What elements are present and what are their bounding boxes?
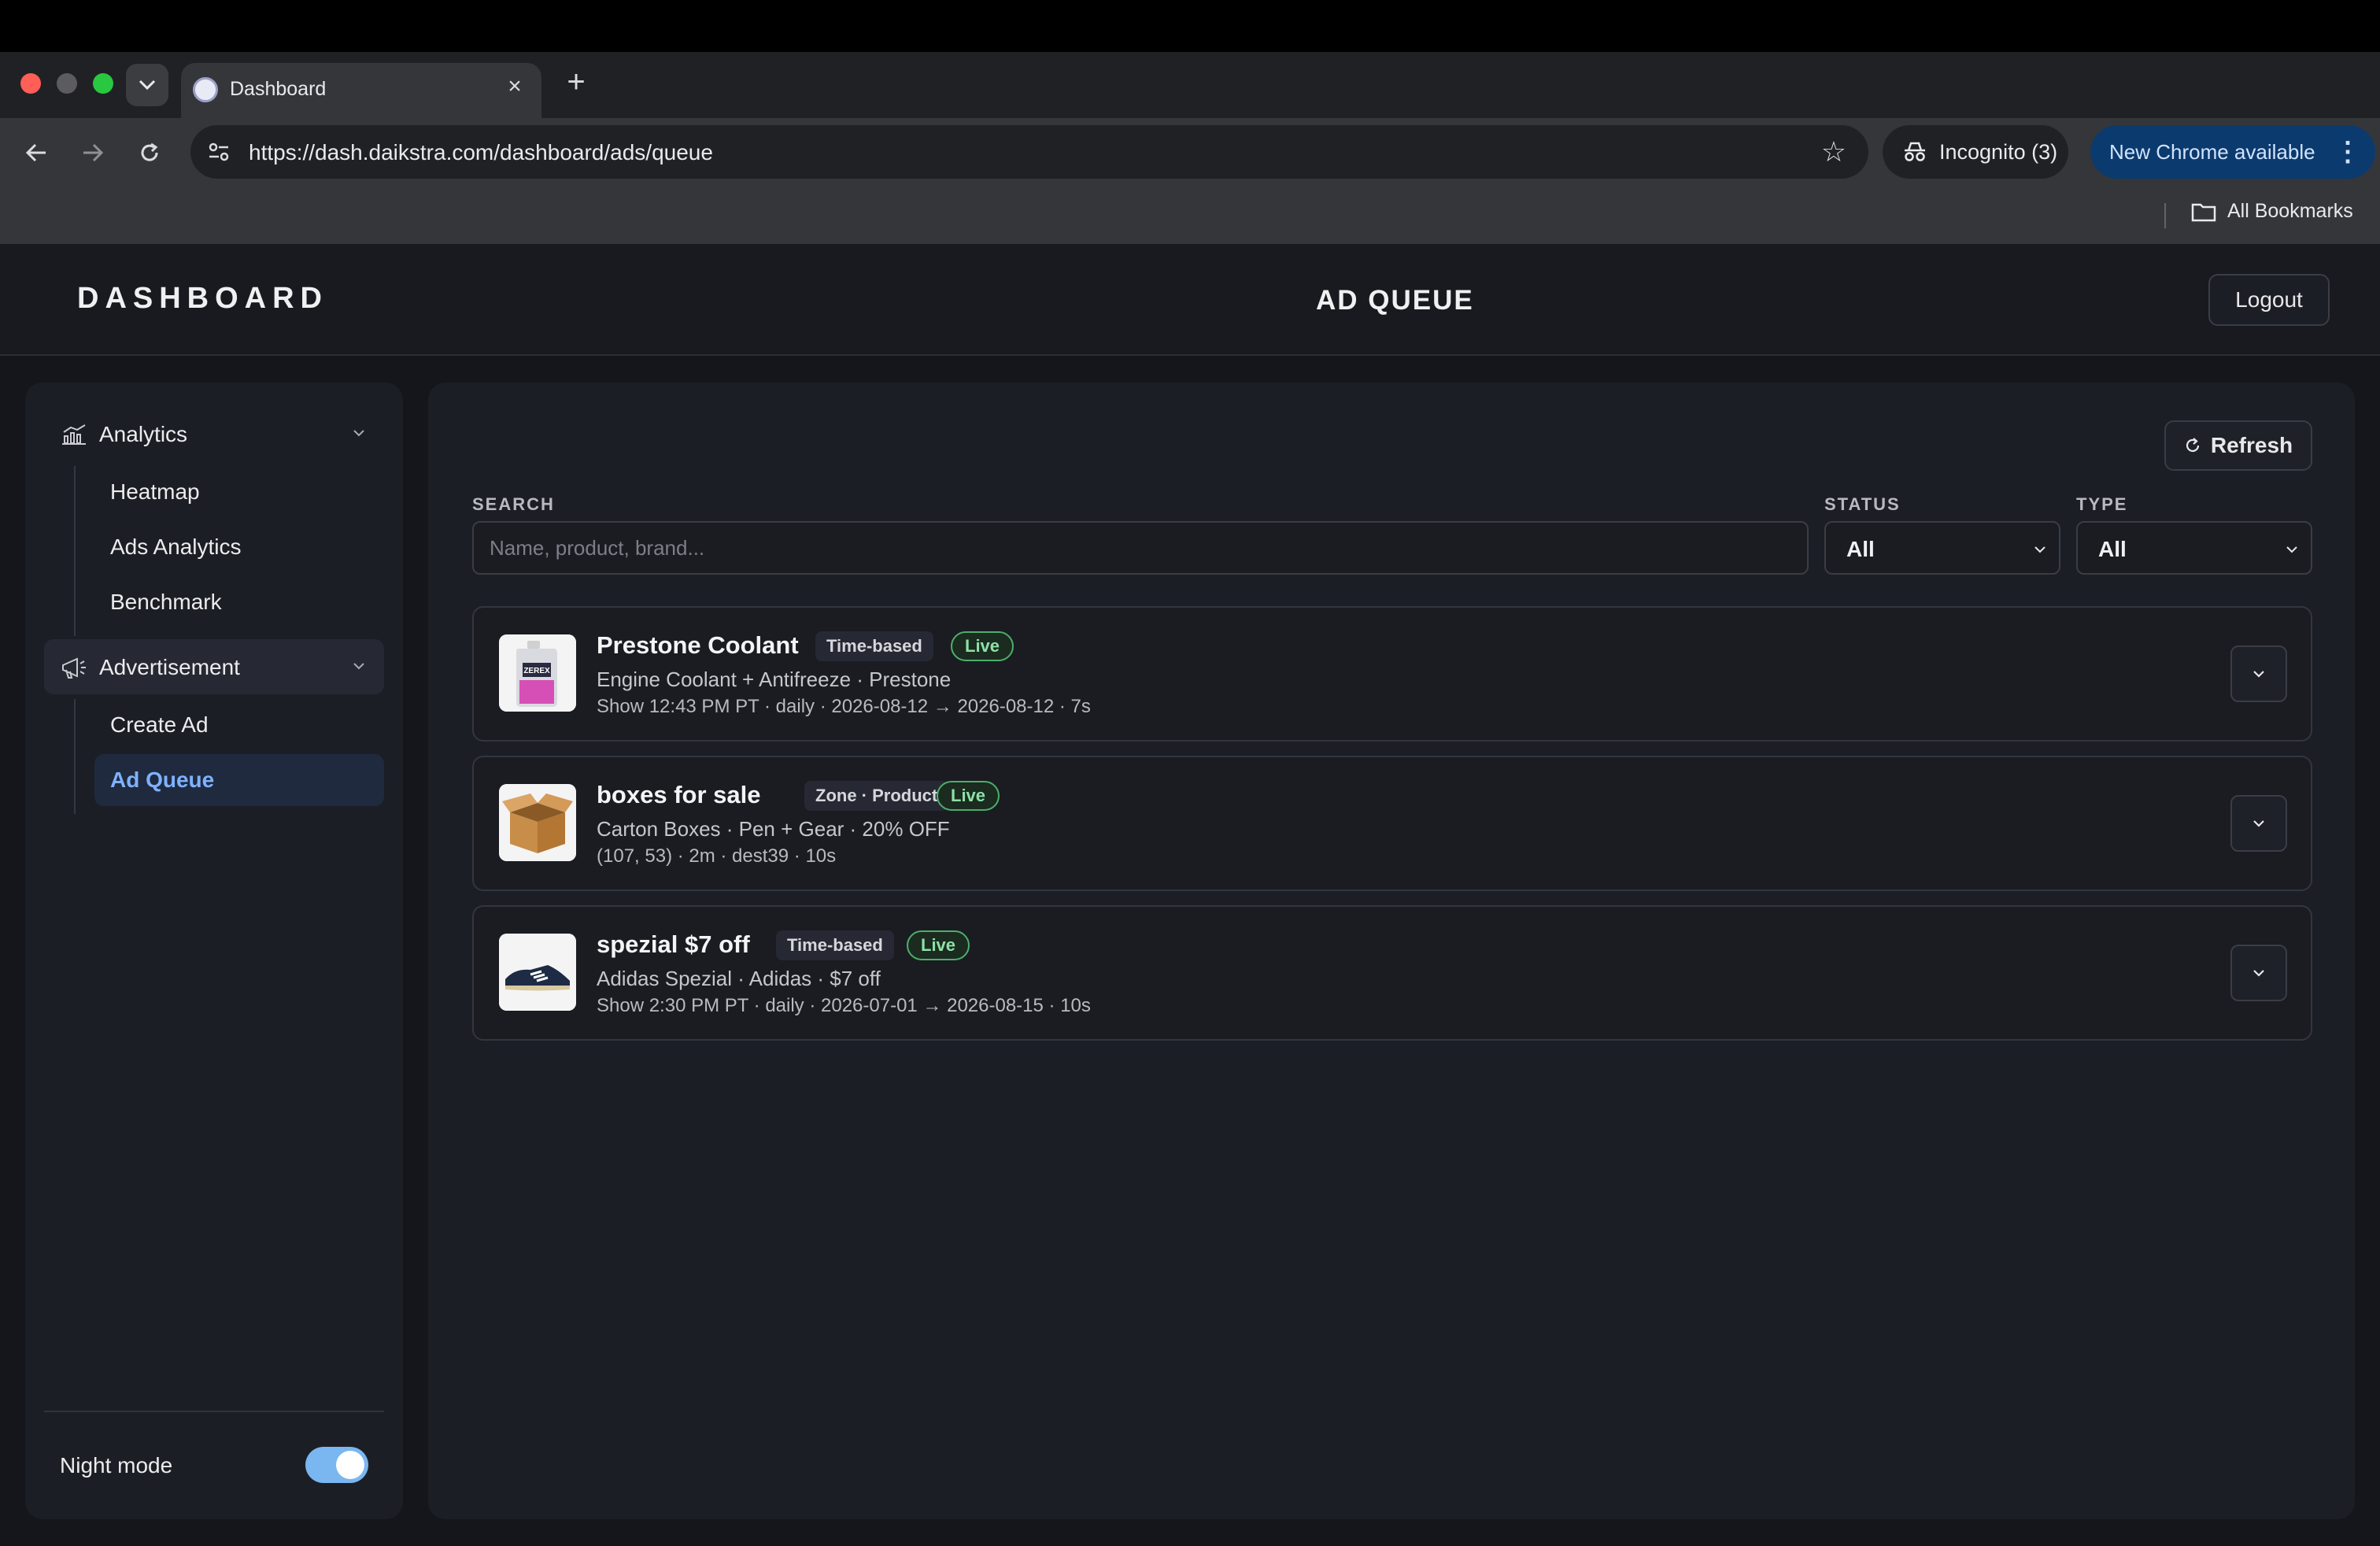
ad-card[interactable]: boxes for sale Zone · Product Live Carto… [472,756,2312,891]
ad-schedule: (107, 53) · 2m · dest39 · 10s [597,845,837,867]
sidebar: Analytics Heatmap Ads Analytics Benchmar… [25,383,403,1519]
chart-icon [62,424,86,445]
product-thumbnail [499,934,576,1011]
sidebar-divider [44,1411,384,1412]
forward-arrow-icon [83,143,104,162]
app-header: DASHBOARD AD QUEUE Logout [0,244,2380,356]
sidebar-tree-line [74,466,76,636]
bookmarks-separator [2164,203,2166,228]
search-input[interactable] [472,521,1809,575]
status-badge: Live [951,631,1014,661]
ad-schedule: Show 12:43 PM PT · daily · 2026-08-12 → … [597,696,1091,717]
back-button[interactable] [19,135,54,170]
ad-card[interactable]: spezial $7 off Time-based Live Adidas Sp… [472,905,2312,1041]
sidebar-item-benchmark[interactable]: Benchmark [94,576,384,628]
sidebar-item-create-ad[interactable]: Create Ad [94,699,384,751]
address-bar[interactable]: https://dash.daikstra.com/dashboard/ads/… [190,125,1868,179]
sidebar-item-ad-queue[interactable]: Ad Queue [94,754,384,806]
expand-button[interactable] [2230,645,2287,702]
close-tab-icon[interactable]: × [499,71,530,102]
url-text: https://dash.daikstra.com/dashboard/ads/… [249,140,713,165]
search-label: SEARCH [472,494,555,514]
type-select[interactable]: All [2076,521,2312,575]
sidebar-item-heatmap[interactable]: Heatmap [94,466,384,518]
bookmarks-bar [0,187,2380,244]
minimize-window-button[interactable] [57,73,77,94]
chevron-down-icon [353,663,364,670]
page-title: AD QUEUE [1316,285,1474,316]
chevron-down-icon [2034,546,2046,553]
product-thumbnail [499,784,576,861]
update-label: New Chrome available [2109,139,2315,164]
ad-type-badge: Time-based [815,631,933,661]
expand-button[interactable] [2230,945,2287,1001]
reload-icon [141,142,158,161]
chevron-down-icon [2253,671,2264,678]
night-mode-toggle[interactable] [305,1447,368,1483]
ad-schedule: Show 2:30 PM PT · daily · 2026-07-01 → 2… [597,995,1091,1016]
logout-button[interactable]: Logout [2208,274,2330,326]
tab-title: Dashboard [230,78,327,100]
chevron-down-icon [2286,546,2297,553]
folder-icon [2191,203,2216,221]
sidebar-group-analytics[interactable]: Analytics [44,406,384,461]
sidebar-group-advertisement[interactable]: Advertisement [44,639,384,694]
ad-subtitle: Engine Coolant + Antifreeze · Prestone [597,668,952,691]
ad-name: Prestone Coolant [597,631,799,659]
ad-name: boxes for sale [597,781,761,808]
app: DASHBOARD AD QUEUE Logout Analytics Heat… [0,244,2380,1546]
expand-button[interactable] [2230,795,2287,852]
status-badge: Live [937,781,1000,811]
site-info-icon[interactable] [205,138,233,166]
ad-subtitle: Adidas Spezial · Adidas · $7 off [597,967,881,990]
ad-type-badge: Time-based [776,930,894,960]
incognito-label: Incognito (3) [1939,139,2058,164]
toggle-knob [336,1451,364,1479]
new-tab-button[interactable]: + [560,65,592,99]
tab-search-button[interactable] [126,64,168,106]
sidebar-item-ads-analytics[interactable]: Ads Analytics [94,521,384,573]
refresh-button[interactable]: Refresh [2164,420,2312,471]
product-thumbnail: ZEREX [499,634,576,712]
status-filter-label: STATUS [1824,494,1901,514]
all-bookmarks-label: All Bookmarks [2227,200,2353,222]
back-arrow-icon [25,143,46,162]
update-chrome-button[interactable]: New Chrome available ⋮ [2090,125,2375,179]
brand-logo[interactable]: DASHBOARD [77,282,328,316]
thumb-brand-text: ZEREX [523,667,550,675]
chevron-down-icon [353,430,364,437]
megaphone-icon [62,657,86,679]
reload-button[interactable] [132,135,167,170]
status-select-value: All [1846,537,1875,561]
type-filter-label: TYPE [2076,494,2128,514]
chevron-down-icon [139,80,156,91]
status-select[interactable]: All [1824,521,2060,575]
ad-name: spezial $7 off [597,930,750,958]
favicon-icon [193,77,218,102]
type-select-value: All [2098,537,2127,561]
refresh-label: Refresh [2210,433,2293,457]
chevron-down-icon [2253,970,2264,977]
chevron-down-icon [2253,820,2264,827]
ad-queue-panel: Refresh SEARCH STATUS All TYPE All ZE [428,383,2355,1519]
night-mode-label: Night mode [60,1453,173,1478]
ad-subtitle: Carton Boxes · Pen + Gear · 20% OFF [597,817,950,841]
incognito-button[interactable]: Incognito (3) [1883,125,2068,179]
ad-card[interactable]: ZEREX Prestone Coolant Time-based Live E… [472,606,2312,742]
status-badge: Live [907,930,970,960]
browser-tab[interactable]: Dashboard × [181,63,541,121]
close-window-button[interactable] [20,73,41,94]
sidebar-tree-line [74,699,76,814]
sidebar-group-label: Advertisement [99,655,240,679]
forward-button[interactable] [76,135,110,170]
maximize-window-button[interactable] [93,73,113,94]
ad-type-badge: Zone · Product [804,781,949,811]
all-bookmarks-button[interactable]: All Bookmarks [2191,200,2353,223]
refresh-icon [2186,438,2199,453]
incognito-icon [1905,142,1925,161]
sidebar-group-label: Analytics [99,422,188,446]
bookmark-star-icon[interactable]: ☆ [1821,136,1846,168]
more-menu-icon[interactable]: ⋮ [2334,136,2361,168]
